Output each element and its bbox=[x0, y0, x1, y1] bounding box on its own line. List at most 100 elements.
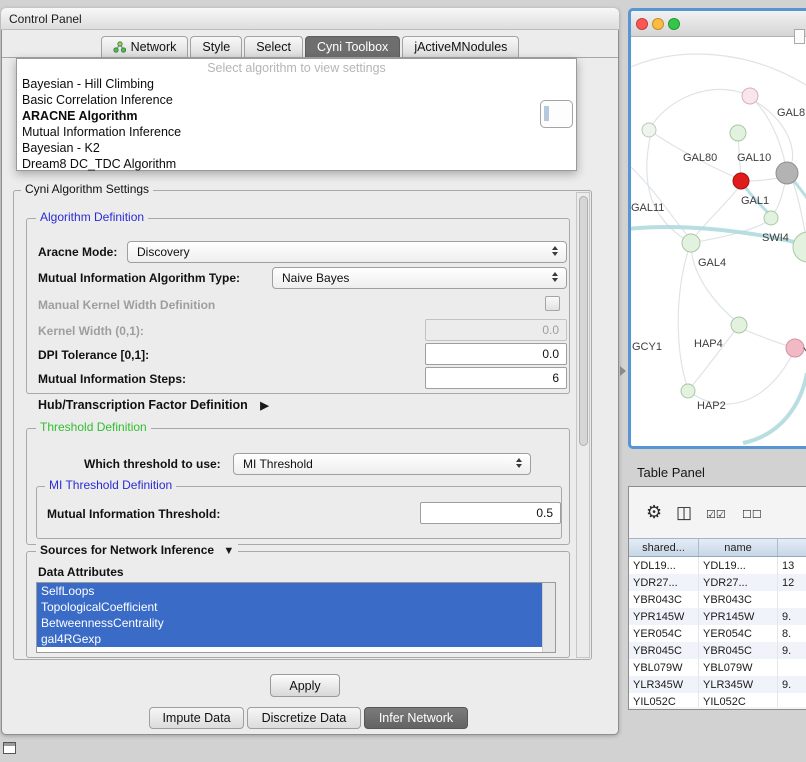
attribute-item[interactable]: SelfLoops bbox=[37, 583, 542, 599]
tab-jactivemnodules[interactable]: jActiveMNodules bbox=[402, 36, 519, 57]
network-node[interactable] bbox=[742, 88, 758, 104]
table-row[interactable]: YER054C YER054C 8. bbox=[629, 625, 806, 642]
table-cell[interactable]: YPR145W bbox=[629, 608, 699, 625]
dropdown-item[interactable]: Basic Correlation Inference bbox=[17, 92, 576, 108]
table-cell[interactable]: YDL19... bbox=[629, 557, 699, 574]
dropdown-item[interactable]: Mutual Information Inference bbox=[17, 124, 576, 140]
table-row[interactable]: YDR27... YDR27... 12 bbox=[629, 574, 806, 591]
gear-icon[interactable]: ⚙ bbox=[646, 502, 662, 523]
hub-section-toggle[interactable]: Hub/Transcription Factor Definition ▶ bbox=[38, 398, 269, 412]
settings-scrollbar-thumb[interactable] bbox=[579, 196, 588, 446]
table-cell[interactable]: YDR27... bbox=[629, 574, 699, 591]
header-cell-name[interactable]: name bbox=[699, 539, 778, 556]
table-cell[interactable]: 9. bbox=[778, 608, 806, 625]
network-canvas[interactable]: GAL8 GAL80 GAL10 GAL11 GAL1 SWI4 GAL4 GC… bbox=[631, 37, 806, 446]
table-row[interactable]: YDL19... YDL19... 13 bbox=[629, 557, 806, 574]
dpi-tolerance-field[interactable]: 0.0 bbox=[425, 343, 567, 365]
table-cell[interactable]: 8. bbox=[778, 625, 806, 642]
dropdown-item[interactable]: Bayesian - K2 bbox=[17, 140, 576, 156]
table-cell[interactable]: YBR043C bbox=[699, 591, 778, 608]
network-node[interactable] bbox=[793, 232, 806, 262]
table-cell[interactable]: YDL19... bbox=[699, 557, 778, 574]
mi-threshold-field[interactable]: 0.5 bbox=[420, 502, 561, 524]
table-row[interactable]: YLR345W YLR345W 9. bbox=[629, 676, 806, 693]
control-panel-titlebar[interactable]: Control Panel bbox=[1, 8, 619, 30]
dropdown-item-selected[interactable]: ARACNE Algorithm bbox=[17, 108, 576, 124]
tab-network[interactable]: Network bbox=[101, 36, 189, 57]
table-row[interactable]: YBR043C YBR043C bbox=[629, 591, 806, 608]
kernel-width-label: Kernel Width (0,1): bbox=[38, 324, 144, 338]
table-cell[interactable]: YBL079W bbox=[629, 659, 699, 676]
aracne-mode-select[interactable]: Discovery bbox=[127, 241, 567, 263]
table-cell[interactable] bbox=[778, 591, 806, 608]
table-cell[interactable]: 13 bbox=[778, 557, 806, 574]
checked-columns-icon[interactable]: ☑☑ bbox=[706, 508, 726, 521]
table-cell[interactable]: YDR27... bbox=[699, 574, 778, 591]
table-cell[interactable]: YPR145W bbox=[699, 608, 778, 625]
network-node-label: GAL11 bbox=[631, 202, 664, 214]
network-node-label: GAL8 bbox=[777, 107, 805, 119]
manual-kernel-checkbox[interactable] bbox=[545, 296, 560, 311]
network-scroll-corner[interactable] bbox=[794, 29, 805, 44]
tab-cyni-toolbox[interactable]: Cyni Toolbox bbox=[305, 36, 400, 57]
attributes-list-scrollbar[interactable] bbox=[542, 583, 555, 652]
table-cell[interactable]: 9. bbox=[778, 642, 806, 659]
mini-panel-icon[interactable] bbox=[3, 742, 16, 754]
traffic-light-close[interactable] bbox=[636, 18, 648, 30]
table-cell[interactable]: 12 bbox=[778, 574, 806, 591]
table-row[interactable]: YIL052C YIL052C bbox=[629, 693, 806, 707]
attribute-item[interactable]: BetweennessCentrality bbox=[37, 615, 542, 631]
table-row[interactable]: YBL079W YBL079W bbox=[629, 659, 806, 676]
table-cell[interactable] bbox=[778, 693, 806, 707]
tab-style[interactable]: Style bbox=[190, 36, 242, 57]
combo-arrows-icon bbox=[552, 272, 558, 282]
network-node[interactable] bbox=[733, 173, 749, 189]
table-row[interactable]: YBR045C YBR045C 9. bbox=[629, 642, 806, 659]
bottom-tab-impute-data[interactable]: Impute Data bbox=[149, 707, 244, 729]
network-node[interactable] bbox=[731, 317, 747, 333]
network-node[interactable] bbox=[681, 384, 695, 398]
network-node[interactable] bbox=[776, 162, 798, 184]
covered-spinner-fragment[interactable] bbox=[540, 100, 573, 128]
table-cell[interactable]: YER054C bbox=[629, 625, 699, 642]
attribute-item[interactable]: gal4RGexp bbox=[37, 631, 542, 647]
bottom-tab-infer-network[interactable]: Infer Network bbox=[364, 707, 468, 729]
attributes-list[interactable]: SelfLoops TopologicalCoefficient Between… bbox=[36, 582, 556, 653]
mi-steps-field[interactable]: 6 bbox=[425, 367, 567, 389]
unchecked-columns-icon[interactable]: ☐☐ bbox=[742, 508, 762, 521]
apply-button[interactable]: Apply bbox=[270, 674, 340, 697]
table-cell[interactable]: YIL052C bbox=[699, 693, 778, 707]
table-cell[interactable]: YLR345W bbox=[629, 676, 699, 693]
settings-scrollbar[interactable] bbox=[576, 192, 590, 658]
column-layout-icon[interactable]: ◫ bbox=[676, 503, 692, 523]
bottom-tab-discretize-data[interactable]: Discretize Data bbox=[247, 707, 361, 729]
splitter-collapse-handle[interactable] bbox=[620, 366, 626, 376]
tab-select[interactable]: Select bbox=[244, 36, 303, 57]
algorithm-definition-title: Algorithm Definition bbox=[36, 211, 148, 224]
table-cell[interactable]: YBR045C bbox=[629, 642, 699, 659]
table-cell[interactable]: YER054C bbox=[699, 625, 778, 642]
table-cell[interactable] bbox=[778, 659, 806, 676]
sources-section-toggle[interactable]: Sources for Network Inference ▼ bbox=[36, 544, 238, 558]
network-node[interactable] bbox=[642, 123, 656, 137]
dropdown-item[interactable]: Dream8 DC_TDC Algorithm bbox=[17, 156, 576, 172]
table-cell[interactable]: YIL052C bbox=[629, 693, 699, 707]
table-cell[interactable]: YLR345W bbox=[699, 676, 778, 693]
table-cell[interactable]: 9. bbox=[778, 676, 806, 693]
network-node[interactable] bbox=[764, 211, 778, 225]
table-row[interactable]: YPR145W YPR145W 9. bbox=[629, 608, 806, 625]
mi-type-select[interactable]: Naive Bayes bbox=[272, 267, 567, 289]
table-cell[interactable]: YBR045C bbox=[699, 642, 778, 659]
header-cell-extra[interactable] bbox=[778, 539, 806, 556]
traffic-light-zoom[interactable] bbox=[668, 18, 680, 30]
table-cell[interactable]: YBL079W bbox=[699, 659, 778, 676]
network-node[interactable] bbox=[786, 339, 804, 357]
attribute-item[interactable]: TopologicalCoefficient bbox=[37, 599, 542, 615]
traffic-light-minimize[interactable] bbox=[652, 18, 664, 30]
header-cell-shared-name[interactable]: shared... bbox=[629, 539, 699, 556]
dropdown-item[interactable]: Bayesian - Hill Climbing bbox=[17, 76, 576, 92]
which-threshold-select[interactable]: MI Threshold bbox=[233, 453, 531, 475]
table-cell[interactable]: YBR043C bbox=[629, 591, 699, 608]
network-node[interactable] bbox=[730, 125, 746, 141]
network-node[interactable] bbox=[682, 234, 700, 252]
